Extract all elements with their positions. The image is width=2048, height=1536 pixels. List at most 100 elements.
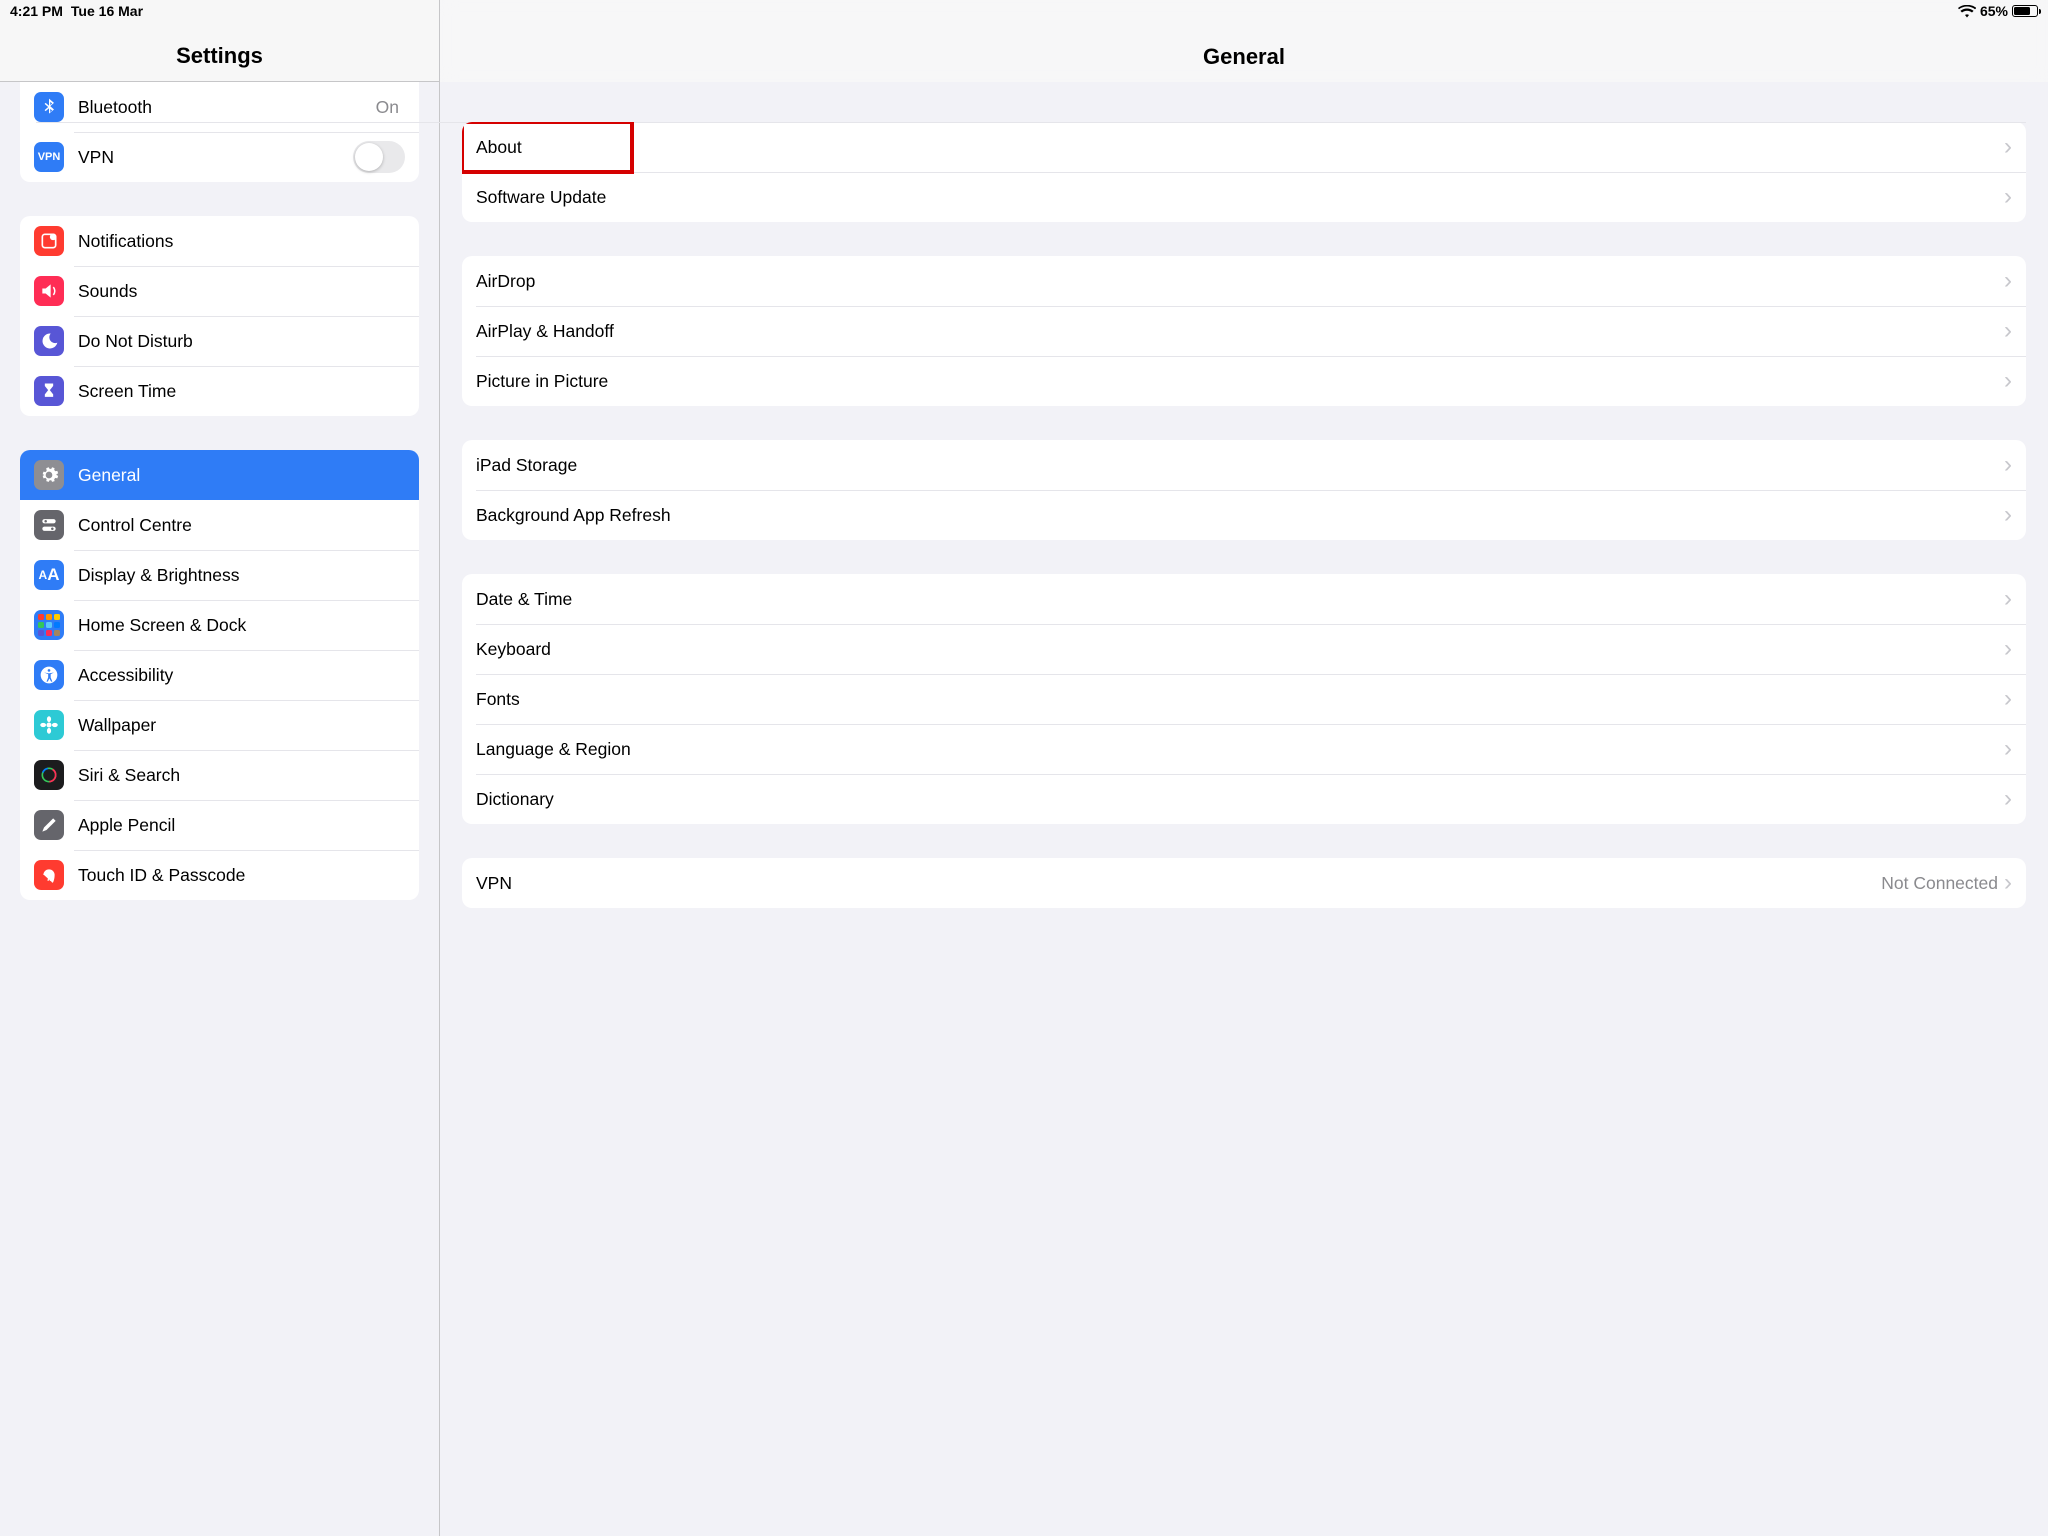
sidebar: Settings Bluetooth On VPN VPN <box>0 0 440 1536</box>
sidebar-item-touchid[interactable]: Touch ID & Passcode <box>20 850 419 900</box>
value: On <box>376 97 399 118</box>
label: Dictionary <box>476 789 2004 810</box>
label: Touch ID & Passcode <box>78 865 405 886</box>
accessibility-icon <box>34 660 64 690</box>
battery-percent: 65% <box>1980 3 2008 19</box>
fingerprint-icon <box>34 860 64 890</box>
sidebar-title: Settings <box>176 43 263 69</box>
label: Display & Brightness <box>78 565 405 586</box>
label: Control Centre <box>78 515 405 536</box>
sidebar-item-control-centre[interactable]: Control Centre <box>20 500 419 550</box>
sidebar-item-bluetooth[interactable]: Bluetooth On <box>20 82 419 132</box>
row-airplay[interactable]: AirPlay & Handoff › <box>462 306 2026 356</box>
chevron-right-icon: › <box>2004 637 2012 661</box>
moon-icon <box>34 326 64 356</box>
sidebar-item-display[interactable]: AA Display & Brightness <box>20 550 419 600</box>
chevron-right-icon: › <box>2004 369 2012 393</box>
status-left: 4:21 PM Tue 16 Mar <box>10 3 143 19</box>
chevron-right-icon: › <box>2004 503 2012 527</box>
row-software-update[interactable]: Software Update › <box>462 172 2026 222</box>
label: Siri & Search <box>78 765 405 786</box>
group-storage: iPad Storage › Background App Refresh › <box>462 440 2026 540</box>
wifi-icon <box>1958 5 1976 18</box>
row-pip[interactable]: Picture in Picture › <box>462 356 2026 406</box>
label: Fonts <box>476 689 2004 710</box>
status-date: Tue 16 Mar <box>71 3 143 19</box>
apps-grid-icon <box>34 610 64 640</box>
chevron-right-icon: › <box>2004 319 2012 343</box>
label: AirPlay & Handoff <box>476 321 2004 342</box>
label: Language & Region <box>476 739 2004 760</box>
group-about: About › Software Update › <box>462 122 2026 222</box>
value: Not Connected <box>1881 873 1998 894</box>
vpn-icon: VPN <box>34 142 64 172</box>
row-dictionary[interactable]: Dictionary › <box>462 774 2026 824</box>
label: AirDrop <box>476 271 2004 292</box>
label: Bluetooth <box>78 97 376 118</box>
sidebar-group-general: General Control Centre AA Display & Brig… <box>20 450 419 900</box>
row-datetime[interactable]: Date & Time › <box>462 574 2026 624</box>
gear-icon <box>34 460 64 490</box>
detail-pane: General About › Software Update › AirDro… <box>440 0 2048 1536</box>
label: About <box>476 137 618 158</box>
bluetooth-icon <box>34 92 64 122</box>
label: Sounds <box>78 281 405 302</box>
group-keyboard: Date & Time › Keyboard › Fonts › Languag… <box>462 574 2026 824</box>
sidebar-item-home[interactable]: Home Screen & Dock <box>20 600 419 650</box>
sidebar-item-dnd[interactable]: Do Not Disturb <box>20 316 419 366</box>
sidebar-item-sounds[interactable]: Sounds <box>20 266 419 316</box>
sidebar-item-notifications[interactable]: Notifications <box>20 216 419 266</box>
row-airdrop[interactable]: AirDrop › <box>462 256 2026 306</box>
label: Apple Pencil <box>78 815 405 836</box>
settings-split-view: Settings Bluetooth On VPN VPN <box>0 0 2048 1536</box>
label: Accessibility <box>78 665 405 686</box>
detail-scroll[interactable]: About › Software Update › AirDrop › AirP… <box>440 82 2048 1536</box>
row-language[interactable]: Language & Region › <box>462 724 2026 774</box>
label: Home Screen & Dock <box>78 615 405 636</box>
sounds-icon <box>34 276 64 306</box>
chevron-right-icon: › <box>2004 871 2012 895</box>
sidebar-item-screen-time[interactable]: Screen Time <box>20 366 419 416</box>
chevron-right-icon: › <box>2004 135 2012 159</box>
hourglass-icon <box>34 376 64 406</box>
chevron-right-icon: › <box>2004 587 2012 611</box>
label: Picture in Picture <box>476 371 2004 392</box>
row-bg-refresh[interactable]: Background App Refresh › <box>462 490 2026 540</box>
row-vpn[interactable]: VPN Not Connected › <box>462 858 2026 908</box>
label: Notifications <box>78 231 405 252</box>
row-keyboard[interactable]: Keyboard › <box>462 624 2026 674</box>
label: Software Update <box>476 187 2004 208</box>
sidebar-group-connectivity: Bluetooth On VPN VPN <box>20 82 419 182</box>
label: VPN <box>476 873 1881 894</box>
detail-title: General <box>1203 44 1285 70</box>
group-airdrop: AirDrop › AirPlay & Handoff › Picture in… <box>462 256 2026 406</box>
label: VPN <box>78 147 353 168</box>
sidebar-item-pencil[interactable]: Apple Pencil <box>20 800 419 850</box>
sidebar-item-accessibility[interactable]: Accessibility <box>20 650 419 700</box>
pencil-icon <box>34 810 64 840</box>
status-bar: 4:21 PM Tue 16 Mar 65% <box>0 0 2048 20</box>
label: Background App Refresh <box>476 505 2004 526</box>
label: Do Not Disturb <box>78 331 405 352</box>
sidebar-item-siri[interactable]: Siri & Search <box>20 750 419 800</box>
sidebar-scroll[interactable]: Bluetooth On VPN VPN Notifications <box>0 82 439 1536</box>
row-storage[interactable]: iPad Storage › <box>462 440 2026 490</box>
sidebar-item-general[interactable]: General <box>20 450 419 500</box>
status-right: 65% <box>1958 3 2038 19</box>
chevron-right-icon: › <box>2004 453 2012 477</box>
row-about[interactable]: About <box>462 122 632 172</box>
notifications-icon <box>34 226 64 256</box>
vpn-toggle[interactable] <box>353 141 405 173</box>
text-size-icon: AA <box>34 560 64 590</box>
label: iPad Storage <box>476 455 2004 476</box>
row-fonts[interactable]: Fonts › <box>462 674 2026 724</box>
sidebar-item-wallpaper[interactable]: Wallpaper <box>20 700 419 750</box>
label: General <box>78 465 405 486</box>
chevron-right-icon: › <box>2004 269 2012 293</box>
battery-icon <box>2012 5 2038 17</box>
chevron-right-icon: › <box>2004 737 2012 761</box>
chevron-right-icon: › <box>2004 185 2012 209</box>
sidebar-item-vpn[interactable]: VPN VPN <box>20 132 419 182</box>
chevron-right-icon: › <box>2004 787 2012 811</box>
chevron-right-icon: › <box>2004 687 2012 711</box>
